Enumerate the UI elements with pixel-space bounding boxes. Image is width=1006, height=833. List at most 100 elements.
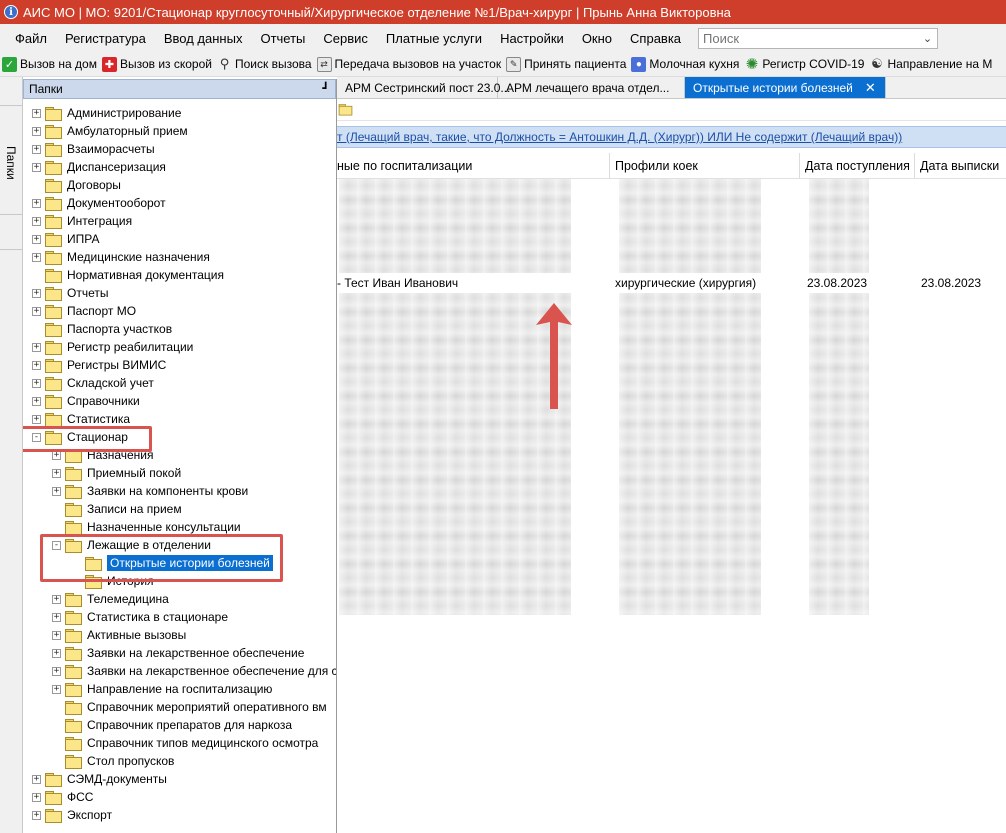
column-header-discharge-date[interactable]: Дата выписки [915, 153, 1006, 179]
tree-node[interactable]: + Заявки на лекарственное обеспечение для… [23, 662, 336, 680]
tree-node[interactable]: + ИПРА [23, 230, 336, 248]
expand-icon[interactable]: + [32, 414, 41, 424]
tree-node[interactable]: + Заявки на компоненты крови [23, 482, 336, 500]
tree-node[interactable]: + Справочники [23, 392, 336, 410]
tree-node[interactable]: + Документооборот [23, 194, 336, 212]
tree-node[interactable]: + Регистр реабилитации [23, 338, 336, 356]
tree-node[interactable]: + Назначения [23, 446, 336, 464]
tree-node[interactable]: + Статистика в стационаре [23, 608, 336, 626]
expand-icon[interactable]: + [52, 666, 61, 676]
column-header-hospitalization[interactable]: ные по госпитализации [332, 153, 610, 179]
side-tab-empty[interactable] [0, 215, 22, 250]
expand-icon[interactable]: + [32, 396, 41, 406]
tree-node[interactable]: История [23, 572, 336, 590]
tree-node[interactable]: Справочник мероприятий оперативного вм [23, 698, 336, 716]
menu-window[interactable]: Окно [573, 31, 621, 46]
tree-node[interactable]: + Амбулаторный прием [23, 122, 336, 140]
tree-node[interactable]: + Медицинские назначения [23, 248, 336, 266]
chevron-down-icon[interactable]: ⌄ [923, 32, 932, 45]
menu-paid-services[interactable]: Платные услуги [377, 31, 491, 46]
tree-node[interactable]: Паспорта участков [23, 320, 336, 338]
menu-reports[interactable]: Отчеты [251, 31, 314, 46]
tree-node[interactable]: + Заявки на лекарственное обеспечение [23, 644, 336, 662]
collapse-icon[interactable]: - [52, 540, 61, 550]
expand-icon[interactable]: + [32, 810, 41, 820]
expand-icon[interactable]: + [52, 612, 61, 622]
home-call-button[interactable]: ✓ Вызов на дом [0, 56, 100, 72]
tree-node[interactable]: + Паспорт МО [23, 302, 336, 320]
tree-node[interactable]: + Отчеты [23, 284, 336, 302]
column-header-admission-date[interactable]: Дата поступления [800, 153, 915, 179]
filter-link[interactable]: т (Лечащий врач, такие, что Должность = … [337, 130, 902, 144]
expand-icon[interactable]: + [32, 360, 41, 370]
expand-icon[interactable]: + [32, 198, 41, 208]
menu-file[interactable]: Файл [0, 31, 56, 46]
close-icon[interactable]: ✕ [865, 80, 876, 96]
expand-icon[interactable]: + [52, 630, 61, 640]
tree-node[interactable]: + Складской учет [23, 374, 336, 392]
tree-node[interactable]: Справочник типов медицинского осмотра [23, 734, 336, 752]
expand-icon[interactable]: + [52, 594, 61, 604]
tree-node[interactable]: - Стационар [23, 428, 336, 446]
tree-node[interactable]: + Диспансеризация [23, 158, 336, 176]
tree-node[interactable]: + Взаиморасчеты [23, 140, 336, 158]
tree-node[interactable]: + Активные вызовы [23, 626, 336, 644]
expand-icon[interactable]: + [32, 234, 41, 244]
expand-icon[interactable]: + [52, 486, 61, 496]
expand-icon[interactable]: + [32, 216, 41, 226]
covid-registry-button[interactable]: ✺ Регистр COVID-19 [742, 56, 867, 73]
tree-node[interactable]: + Приемный покой [23, 464, 336, 482]
expand-icon[interactable]: + [32, 792, 41, 802]
tree-node[interactable]: Договоры [23, 176, 336, 194]
expand-icon[interactable]: + [32, 288, 41, 298]
tree-node[interactable]: + ФСС [23, 788, 336, 806]
tree-node[interactable]: - Лежащие в отделении [23, 536, 336, 554]
expand-icon[interactable]: + [32, 144, 41, 154]
tree-node[interactable]: Нормативная документация [23, 266, 336, 284]
pin-icon[interactable]: ┛ [322, 82, 329, 95]
find-call-button[interactable]: ⚲ Поиск вызова [215, 56, 315, 72]
tree-node[interactable]: Открытые истории болезней [23, 554, 336, 572]
expand-icon[interactable]: + [32, 252, 41, 262]
tree-node[interactable]: + Телемедицина [23, 590, 336, 608]
menu-settings[interactable]: Настройки [491, 31, 573, 46]
expand-icon[interactable]: + [32, 306, 41, 316]
tree-node[interactable]: Назначенные консультации [23, 518, 336, 536]
tree-node[interactable]: + Экспорт [23, 806, 336, 824]
expand-icon[interactable]: + [32, 162, 41, 172]
column-header-bed-profiles[interactable]: Профили коек [610, 153, 800, 179]
tree-node[interactable]: Справочник препаратов для наркоза [23, 716, 336, 734]
menu-service[interactable]: Сервис [314, 31, 377, 46]
tree-node[interactable]: + Статистика [23, 410, 336, 428]
expand-icon[interactable]: + [32, 126, 41, 136]
menu-help[interactable]: Справка [621, 31, 690, 46]
expand-icon[interactable]: + [32, 774, 41, 784]
tree-node[interactable]: + Интеграция [23, 212, 336, 230]
expand-icon[interactable]: + [32, 108, 41, 118]
search-input[interactable] [699, 28, 910, 48]
menu-data-entry[interactable]: Ввод данных [155, 31, 252, 46]
milk-kitchen-button[interactable]: ● Молочная кухня [629, 56, 742, 72]
tab-open-histories[interactable]: Открытые истории болезней ✕ [685, 77, 886, 98]
tree-node[interactable]: + Администрирование [23, 104, 336, 122]
expand-icon[interactable]: + [32, 378, 41, 388]
tree-node[interactable]: + Направление на госпитализацию [23, 680, 336, 698]
table-row[interactable]: - Тест Иван Иванович хирургические (хиру… [337, 273, 1006, 293]
tab-nurse-post[interactable]: АРМ Сестринский пост 23.0... [337, 77, 510, 98]
tree-node[interactable]: Стол пропусков [23, 752, 336, 770]
tree-node[interactable]: + Регистры ВИМИС [23, 356, 336, 374]
expand-icon[interactable]: + [52, 684, 61, 694]
ambulance-call-button[interactable]: ✚ Вызов из скорой [100, 56, 215, 72]
transfer-calls-button[interactable]: ⇄ Передача вызовов на участок [315, 56, 505, 72]
tree-node[interactable]: Записи на прием [23, 500, 336, 518]
expand-icon[interactable]: + [32, 342, 41, 352]
tree-node[interactable]: + СЭМД-документы [23, 770, 336, 788]
expand-icon[interactable]: + [52, 468, 61, 478]
folders-side-tab[interactable]: Папки [0, 105, 22, 215]
tab-attending-doctor[interactable]: АРМ лечащего врача отдел... [498, 77, 685, 98]
referral-button[interactable]: ☯ Направление на М [867, 56, 995, 72]
accept-patient-button[interactable]: ✎ Принять пациента [504, 56, 629, 72]
folder-icon[interactable] [338, 104, 353, 116]
menu-registry[interactable]: Регистратура [56, 31, 155, 46]
collapse-icon[interactable]: - [32, 432, 41, 442]
